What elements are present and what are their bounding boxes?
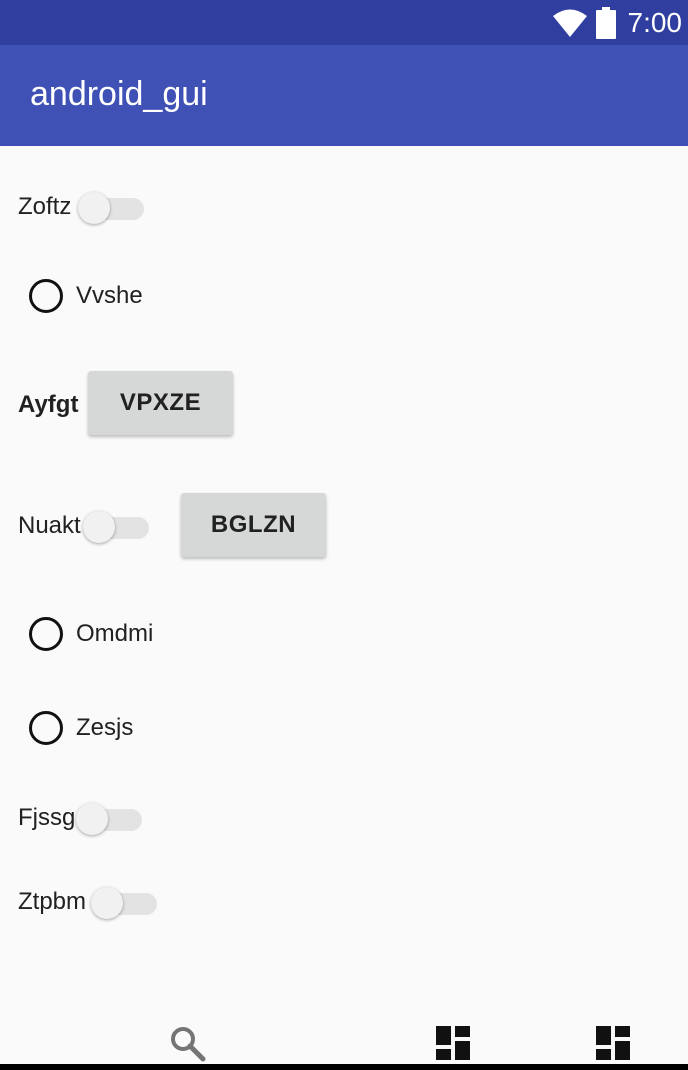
switch-zoftz[interactable] xyxy=(78,187,148,227)
app-title: android_gui xyxy=(30,75,208,113)
switch-ztpbm[interactable] xyxy=(91,882,161,922)
radio-label-zesjs: Zesjs xyxy=(76,714,134,741)
dashboard-icon[interactable] xyxy=(436,1026,470,1060)
radio-zesjs[interactable] xyxy=(29,711,63,745)
switch-label-fjssg: Fjssg xyxy=(18,804,76,831)
switch-label-zoftz: Zoftz xyxy=(18,193,72,220)
switch-thumb xyxy=(91,887,123,919)
bglzn-button[interactable]: BGLZN xyxy=(181,493,326,557)
navigation-bar-edge xyxy=(0,1064,688,1070)
search-icon[interactable] xyxy=(168,1024,208,1064)
status-icons: 7:00 xyxy=(552,0,683,45)
switch-nuakt[interactable] xyxy=(83,506,153,546)
dashboard-icon[interactable] xyxy=(596,1026,630,1060)
radio-omdmi[interactable] xyxy=(29,617,63,651)
switch-thumb xyxy=(76,803,108,835)
status-time: 7:00 xyxy=(627,6,683,38)
wifi-icon xyxy=(552,9,587,37)
switch-fjssg[interactable] xyxy=(76,798,146,838)
switch-thumb xyxy=(83,511,115,543)
radio-vvshe[interactable] xyxy=(29,279,63,313)
vpxze-button[interactable]: VPXZE xyxy=(88,371,233,435)
app-bar: android_gui xyxy=(0,45,688,146)
radio-label-vvshe: Vvshe xyxy=(76,282,143,309)
label-ayfgt: Ayfgt xyxy=(18,391,79,418)
status-bar: 7:00 xyxy=(0,0,688,45)
switch-label-nuakt: Nuakt xyxy=(18,512,81,539)
switch-thumb xyxy=(78,192,110,224)
battery-icon xyxy=(595,6,616,39)
switch-label-ztpbm: Ztpbm xyxy=(18,888,87,915)
radio-label-omdmi: Omdmi xyxy=(76,620,154,647)
